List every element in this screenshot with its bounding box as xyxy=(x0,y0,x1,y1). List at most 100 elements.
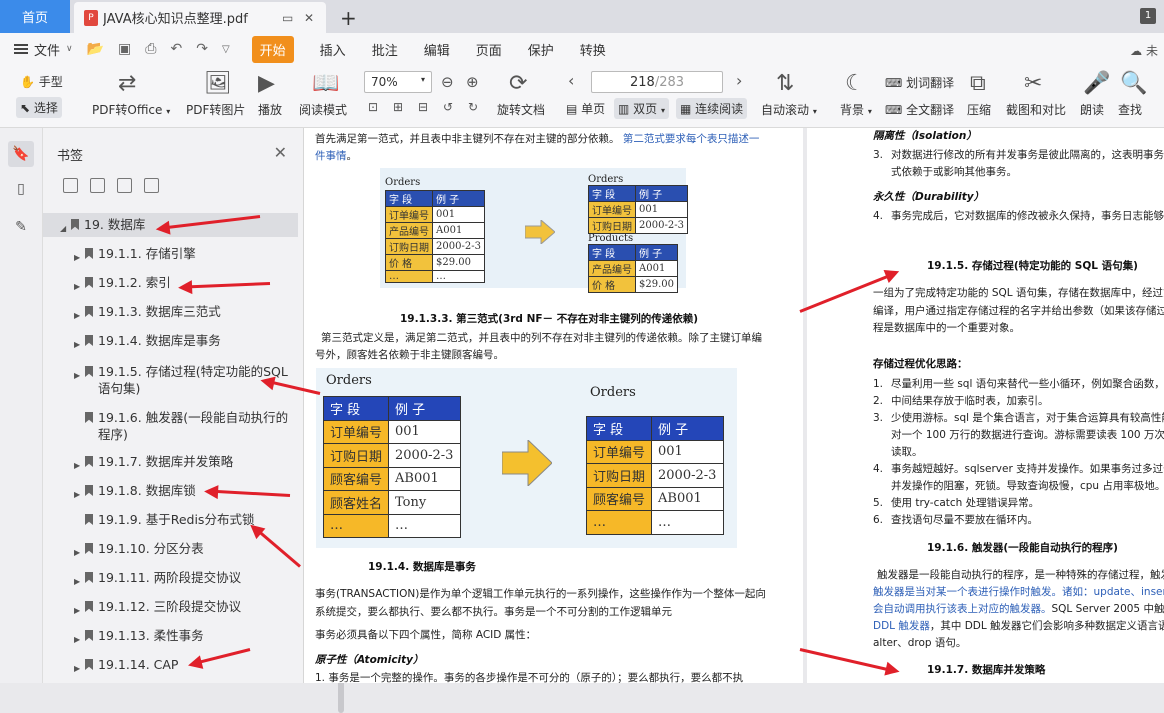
cell: 2000-2-3 xyxy=(389,444,461,468)
menu-bar: 文件 ∨ 📂 ▣ ⎙ ↶ ↷ ▽ 开始 插入 批注 编辑 页面 保护 转换 ☁ … xyxy=(0,33,1164,65)
zoom-in-icon[interactable]: ⊕ xyxy=(466,73,479,91)
fig3-orders-label-2: Orders xyxy=(590,385,636,400)
expand-arrow-icon[interactable]: ▶ xyxy=(74,631,80,648)
new-tab-button[interactable]: + xyxy=(340,6,357,30)
more-icon[interactable]: ▽ xyxy=(222,44,230,55)
menu-tab-convert[interactable]: 转换 xyxy=(580,40,606,59)
tab-document-title: JAVA核心知识点整理.pdf xyxy=(103,8,282,27)
open-icon[interactable]: 📂 xyxy=(87,41,104,57)
expand-arrow-icon[interactable]: ▶ xyxy=(74,486,80,503)
menu-tab-annotate[interactable]: 批注 xyxy=(372,40,398,59)
fit-page-icon[interactable]: ⊞ xyxy=(393,100,403,114)
close-tab-icon[interactable]: ✕ xyxy=(304,12,316,24)
dropdown-icon: ▾ xyxy=(661,106,665,115)
select-tool[interactable]: ⬉ 选择 xyxy=(16,97,62,118)
expand-arrow-icon[interactable]: ▶ xyxy=(74,336,80,353)
menu-tab-edit[interactable]: 编辑 xyxy=(424,40,450,59)
menu-tab-start[interactable]: 开始 xyxy=(252,36,294,63)
find-button[interactable]: 查找 xyxy=(1118,101,1142,118)
continuous-read-button[interactable]: ▦ 连续阅读 xyxy=(676,98,747,119)
collapse-all-icon[interactable] xyxy=(90,178,105,193)
menu-tab-insert[interactable]: 插入 xyxy=(320,40,346,59)
bookmark-item[interactable]: ▶19.1.3. 数据库三范式 xyxy=(43,300,298,324)
bookmark-label: 19.1.11. 两阶段提交协议 xyxy=(98,569,241,586)
page-number-input[interactable]: 218/283 xyxy=(591,71,723,93)
bookmark-item[interactable]: ▶19.1.10. 分区分表 xyxy=(43,537,298,561)
expand-arrow-icon[interactable]: ▶ xyxy=(74,278,80,295)
bookmark-item[interactable]: ▶19.1.1. 存储引擎 xyxy=(43,242,298,266)
expand-arrow-icon[interactable]: ▶ xyxy=(74,573,80,590)
cell: A001 xyxy=(636,261,678,277)
expand-arrow-icon[interactable]: ▶ xyxy=(74,544,80,561)
undo-icon[interactable]: ↶ xyxy=(170,41,182,57)
compress-icon: ⧉ xyxy=(970,71,986,96)
expand-arrow-icon[interactable]: ▶ xyxy=(74,249,80,266)
bookmark-icon[interactable] xyxy=(144,178,159,193)
fit-width-icon[interactable]: ⊟ xyxy=(418,100,428,114)
rotate-doc-button[interactable]: 旋转文档 xyxy=(497,101,545,118)
single-page-button[interactable]: ▤ 单页 xyxy=(566,100,605,117)
file-menu[interactable]: 文件 ∨ xyxy=(14,40,73,59)
rotate-left-icon[interactable]: ↺ xyxy=(443,100,453,114)
annotation-panel-icon[interactable]: ✎ xyxy=(8,214,34,240)
bookmark-panel-icon[interactable]: 🔖 xyxy=(8,141,34,167)
left-rail: 🔖 ▯ ✎ xyxy=(0,128,43,683)
optimize-heading: 存储过程优化思路： xyxy=(873,356,968,371)
expand-arrow-icon[interactable]: ▶ xyxy=(74,602,80,619)
bookmark-item[interactable]: ▶19.1.12. 三阶段提交协议 xyxy=(43,595,298,619)
actual-size-icon[interactable]: ⊡ xyxy=(368,100,378,114)
intro-blue-2: 件事情 xyxy=(315,150,347,162)
pdf-to-image-button[interactable]: PDF转图片 xyxy=(186,101,245,118)
bookmark-label: 19.1.9. 基于Redis分布式锁 xyxy=(98,511,254,528)
tab-home[interactable]: 首页 xyxy=(0,0,70,33)
bookmark-item[interactable]: ▶19.1.4. 数据库是事务 xyxy=(43,329,298,353)
reading-mode-button[interactable]: 阅读模式 xyxy=(299,101,347,118)
zoom-select[interactable]: 70%▾ xyxy=(364,71,432,93)
expand-arrow-icon[interactable]: ▶ xyxy=(74,307,80,324)
expand-all-icon[interactable] xyxy=(63,178,78,193)
bookmark-item[interactable]: 19.1.6. 触发器(一段能自动执行的程序) xyxy=(43,406,298,446)
word-translate-button[interactable]: ⌨ 划词翻译 xyxy=(885,74,954,91)
pdf-to-office-button[interactable]: PDF转Office ▾ xyxy=(92,101,170,118)
next-page-icon[interactable]: › xyxy=(736,71,742,90)
bookmark-item[interactable]: ▶19.1.8. 数据库锁 xyxy=(43,479,298,503)
expand-arrow-icon[interactable]: ▶ xyxy=(74,660,80,677)
menu-tab-page[interactable]: 页面 xyxy=(476,40,502,59)
close-icon[interactable]: ✕ xyxy=(274,143,287,162)
rotate-right-icon[interactable]: ↻ xyxy=(468,100,478,114)
redo-icon[interactable]: ↷ xyxy=(196,41,208,57)
bookmark-item[interactable]: ▶19.1.7. 数据库并发策略 xyxy=(43,450,298,474)
zoom-out-icon[interactable]: ⊖ xyxy=(441,73,454,91)
collapse-arrow-icon[interactable]: ◢ xyxy=(60,220,66,237)
window-count-badge[interactable]: 1 xyxy=(1140,8,1156,24)
double-page-button[interactable]: ▥ 双页 ▾ xyxy=(614,98,669,119)
bookmark-item[interactable]: ▶19.1.13. 柔性事务 xyxy=(43,624,298,648)
translate-doc-icon: ⌨ xyxy=(885,103,902,117)
tab-document[interactable]: P JAVA核心知识点整理.pdf ▭ ✕ xyxy=(74,2,326,33)
background-button[interactable]: 背景 ▾ xyxy=(840,101,872,118)
thumbnail-panel-icon[interactable]: ▯ xyxy=(8,176,34,202)
cell: 订单编号 xyxy=(324,420,389,444)
cell: 顾客编号 xyxy=(324,467,389,491)
expand-arrow-icon[interactable]: ▶ xyxy=(74,457,80,474)
menu-tab-protect[interactable]: 保护 xyxy=(528,40,554,59)
full-translate-button[interactable]: ⌨ 全文翻译 xyxy=(885,101,954,118)
print-icon[interactable]: ⎙ xyxy=(145,41,156,57)
save-icon[interactable]: ▣ xyxy=(118,41,131,57)
bookmark-flag-icon xyxy=(85,514,93,525)
table-2nf-products: 字 段例 子 产品编号A001 价 格$29.00 xyxy=(588,244,678,293)
add-bookmark-icon[interactable] xyxy=(117,178,132,193)
screen-icon[interactable]: ▭ xyxy=(282,12,294,24)
compress-button[interactable]: 压缩 xyxy=(967,101,991,118)
prev-page-icon[interactable]: ‹ xyxy=(568,71,574,90)
cloud-status[interactable]: ☁ 未 xyxy=(1130,42,1158,59)
bookmark-item[interactable]: ▶19.1.14. CAP xyxy=(43,653,298,677)
screenshot-compare-button[interactable]: 截图和对比 xyxy=(1006,101,1066,118)
bookmark-item[interactable]: ▶ 19.1.11. 两阶段提交协议 xyxy=(43,566,298,590)
hand-tool[interactable]: ✋ 手型 xyxy=(20,73,63,90)
play-button[interactable]: 播放 xyxy=(258,101,282,118)
expand-arrow-icon[interactable]: ▶ xyxy=(74,367,80,384)
cell: 价 格 xyxy=(386,255,433,271)
auto-scroll-button[interactable]: 自动滚动 ▾ xyxy=(761,101,817,118)
read-aloud-button[interactable]: 朗读 xyxy=(1080,101,1104,118)
